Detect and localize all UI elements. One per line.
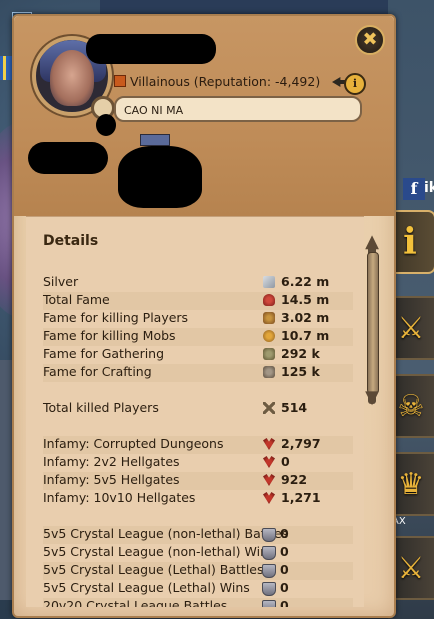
pve-fame-icon [263,330,275,342]
stat-label: 5v5 Crystal League (non-lethal) Battles [43,526,289,541]
infamy-icon [263,474,275,486]
stat-label: 20v20 Crystal League Battles [43,598,228,607]
shield-icon [262,528,276,542]
stat-row: Fame for Crafting 125 k [43,364,353,382]
stat-label: Fame for Gathering [43,346,165,361]
stat-label: Infamy: Corrupted Dungeons [43,436,224,451]
stat-row: Fame for killing Players 3.02 m [43,310,353,328]
skull-icon: ☠ [397,388,425,424]
redacted-guild-logo [118,146,202,208]
stat-row: Fame for Gathering 292 k [43,346,353,364]
stat-value: 292 k [281,346,320,361]
stat-value: 10.7 m [281,328,330,343]
shield-icon [262,564,276,578]
stat-label: Infamy: 5v5 Hellgates [43,472,180,487]
stat-value: 1,271 [281,490,321,505]
stat-label: 5v5 Crystal League (non-lethal) Wins [43,544,275,559]
silver-icon [263,276,275,288]
stat-label: Total Fame [43,292,110,307]
infamy-icon [263,492,275,504]
reputation-row: Villainous (Reputation: -4,492) [114,72,366,90]
fame-icon [263,294,275,306]
stat-value: 514 [281,400,308,415]
stat-row: Infamy: 10v10 Hellgates 1,271 [43,490,353,508]
stat-row: 5v5 Crystal League (Lethal) Wins 0 [43,580,353,598]
player-profile-panel: Villainous (Reputation: -4,492) i CAO NI… [12,14,396,618]
redacted-player-name [86,34,216,64]
stat-label: Fame for killing Mobs [43,328,176,343]
reputation-icon [114,75,126,87]
shield-icon [262,600,276,607]
details-title: Details [43,233,99,249]
pvp-fame-icon [263,312,275,324]
gathering-fame-icon [263,348,275,360]
stat-label: Infamy: 10v10 Hellgates [43,490,196,505]
info-icon: i [403,221,417,263]
stat-row: Fame for killing Mobs 10.7 m [43,328,353,346]
shield-icon [262,582,276,596]
crafting-fame-icon [263,366,275,378]
crossed-swords-icon [263,402,275,414]
stat-value: 0 [280,598,289,607]
stat-value: 0 [281,454,290,469]
stat-row: Total killed Players 514 [43,400,353,418]
guild-badge-text: ik [424,180,434,196]
avatar-face [50,50,94,106]
stat-label: Fame for killing Players [43,310,189,325]
stat-value: 14.5 m [281,292,330,307]
stat-label: Infamy: 2v2 Hellgates [43,454,180,469]
stat-value: 0 [280,544,289,559]
reputation-info-button[interactable]: i [344,73,366,95]
shield-icon [262,546,276,560]
stat-row: Infamy: 5v5 Hellgates 922 [43,472,353,490]
infamy-icon [263,438,275,450]
guild-banner-icon [140,134,170,146]
close-button[interactable]: ✖ [355,25,385,55]
guild-crest-icon: ⚔ [397,550,425,586]
crossed-swords-icon: ⚔ [397,310,425,346]
stat-label: 5v5 Crystal League (Lethal) Battles [43,562,264,577]
stat-row: Total Fame 14.5 m [43,292,353,310]
stat-value: 6.22 m [281,274,330,289]
stat-label: Fame for Crafting [43,364,152,379]
stat-row: 20v20 Crystal League Battles 0 [43,598,353,607]
details-scrollbar-thumb[interactable] [367,252,379,394]
scroll-up-arrow-icon[interactable]: ▲ [360,232,384,252]
stat-value: 0 [280,526,289,541]
reputation-label: Villainous (Reputation: -4,492) [130,73,321,89]
stat-label: Total killed Players [43,400,159,415]
stat-row: Silver 6.22 m [43,274,353,292]
stat-row: 5v5 Crystal League (non-lethal) Battles 0 [43,526,353,544]
stat-label: 5v5 Crystal League (Lethal) Wins [43,580,250,595]
guild-badge-icon: f [403,178,425,200]
trophy-icon: ♛ [397,466,425,502]
stat-label: Silver [43,274,79,289]
details-section: Details Silver 6.22 m Total Fame 14.5 m Fame… [26,216,364,607]
redacted-guild-name [28,142,108,174]
stat-row: 5v5 Crystal League (non-lethal) Wins 0 [43,544,353,562]
player-motto-field[interactable]: CAO NI MA [114,96,362,122]
stat-value: 0 [280,580,289,595]
scroll-down-arrow-icon[interactable]: ▼ [360,388,384,408]
stat-row: Infamy: 2v2 Hellgates 0 [43,454,353,472]
stat-row: Infamy: Corrupted Dungeons 2,797 [43,436,353,454]
infamy-icon [263,456,275,468]
stat-value: 2,797 [281,436,321,451]
stat-value: 0 [280,562,289,577]
stat-value: 922 [281,472,308,487]
stat-value: 3.02 m [281,310,330,325]
stat-row: 5v5 Crystal League (Lethal) Battles 0 [43,562,353,580]
stat-value: 125 k [281,364,320,379]
redacted-mark [96,114,116,136]
